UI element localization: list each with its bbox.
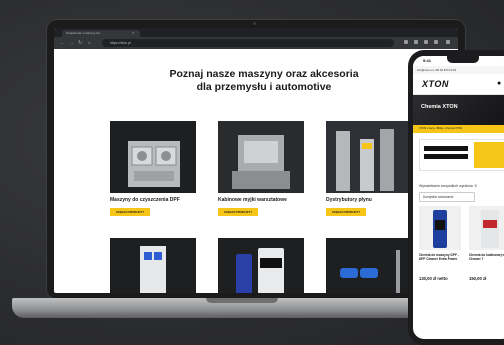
product-name-2[interactable]: Chemia do kabinowej myjki Cleaner 7 (469, 253, 504, 261)
address-bar[interactable]: https://xton.pl (102, 39, 394, 47)
card-title-2[interactable]: Kabinowe myjki warsztatowe (218, 197, 287, 203)
product-name-1[interactable]: Chemia do maszyny DPF - DPF Cleaner Extr… (419, 253, 463, 261)
dpf-machine-picture (128, 141, 180, 187)
xton-logo[interactable]: XTON (422, 79, 449, 89)
url-text: https://xton.pl (110, 41, 131, 45)
hero-title: Chemia XTON (421, 104, 458, 110)
card-title-3[interactable]: Dystrybutory płynu (326, 197, 372, 203)
laptop-screen: Urządzenia i maszyny do... ✕ ← → ↻ ⌂ htt… (54, 28, 458, 293)
results-count: Wyświetlanie wszystkich wyników: 5 (419, 184, 477, 188)
sort-select[interactable]: Domyślne sortowanie (419, 192, 475, 202)
phone-contact-bar[interactable]: info@xton.eu +48 46 870 10 00 (413, 66, 504, 74)
back-icon[interactable]: ← (60, 40, 65, 46)
reload-icon[interactable]: ↻ (78, 40, 82, 46)
chemistry-bottles-picture (236, 248, 284, 293)
product-bottle-1 (433, 210, 447, 248)
bookmark-icon[interactable] (414, 40, 418, 44)
phone-header: XTON ● (413, 74, 504, 95)
small-dispenser-picture (140, 246, 166, 293)
card-title-1[interactable]: Maszyny do czyszczenia DPF (110, 197, 180, 203)
phone-hero: Chemia XTON (413, 95, 504, 125)
phone-yellow-bar: XTON 2 razy o Bliżej • Chemia XTON (413, 125, 504, 133)
phone-notch (447, 56, 479, 63)
product-price-2: 150,00 zł (469, 276, 487, 281)
card-image-chemistry[interactable] (218, 238, 304, 293)
product-image-2[interactable] (469, 206, 504, 250)
download-icon[interactable] (424, 40, 428, 44)
phone-screen: 9:41 info@xton.eu +48 46 870 10 00 XTON … (413, 56, 504, 339)
banner-van-picture (474, 142, 504, 168)
card-button-2[interactable]: ZOBACZ PRODUKTY (218, 208, 258, 216)
promo-banner[interactable] (419, 139, 504, 171)
card-image-cabin-washer[interactable] (218, 121, 304, 193)
banner-stripe-2 (424, 154, 468, 159)
browser-tab-bar: Urządzenia i maszyny do... ✕ (54, 28, 458, 37)
page-heading: Poznaj nasze maszyny oraz akcesoria dla … (144, 68, 384, 94)
browser-tab[interactable]: Urządzenia i maszyny do... ✕ (62, 30, 140, 37)
product-bottle-2 (481, 210, 499, 248)
yellow-bar-text: XTON 2 razy o Bliżej • Chemia XTON (419, 127, 463, 130)
card-image-dpf-machine[interactable] (110, 121, 196, 193)
card-image-dispenser-small[interactable] (110, 238, 196, 293)
menu-icon[interactable] (446, 40, 450, 44)
product-price-1: 130,00 zł netto (419, 276, 448, 281)
home-icon[interactable]: ⌂ (88, 40, 91, 46)
tab-close-icon[interactable]: ✕ (132, 30, 135, 37)
heading-line-2: dla przemysłu i automotive (196, 81, 332, 93)
user-icon[interactable]: ● (497, 80, 501, 87)
product-image-1[interactable] (419, 206, 461, 250)
forward-icon[interactable]: → (69, 40, 74, 46)
tab-title: Urządzenia i maszyny do... (66, 31, 103, 35)
card-button-3[interactable]: ZOBACZ PRODUKTY (326, 208, 366, 216)
card-button-1[interactable]: ZOBACZ PRODUKTY (110, 208, 150, 216)
laptop-base-notch (206, 298, 278, 303)
browser-toolbar: ← → ↻ ⌂ https://xton.pl (54, 37, 458, 49)
profile-icon[interactable] (434, 40, 438, 44)
laptop-camera (253, 22, 256, 25)
cabin-washer-picture (218, 121, 304, 193)
banner-stripe (424, 146, 468, 151)
heading-line-1: Poznaj nasze maszyny oraz akcesoria (169, 68, 359, 80)
phone-time: 9:41 (423, 58, 432, 63)
extension-icon[interactable] (404, 40, 408, 44)
sort-select-value: Domyślne sortowanie (423, 195, 454, 199)
